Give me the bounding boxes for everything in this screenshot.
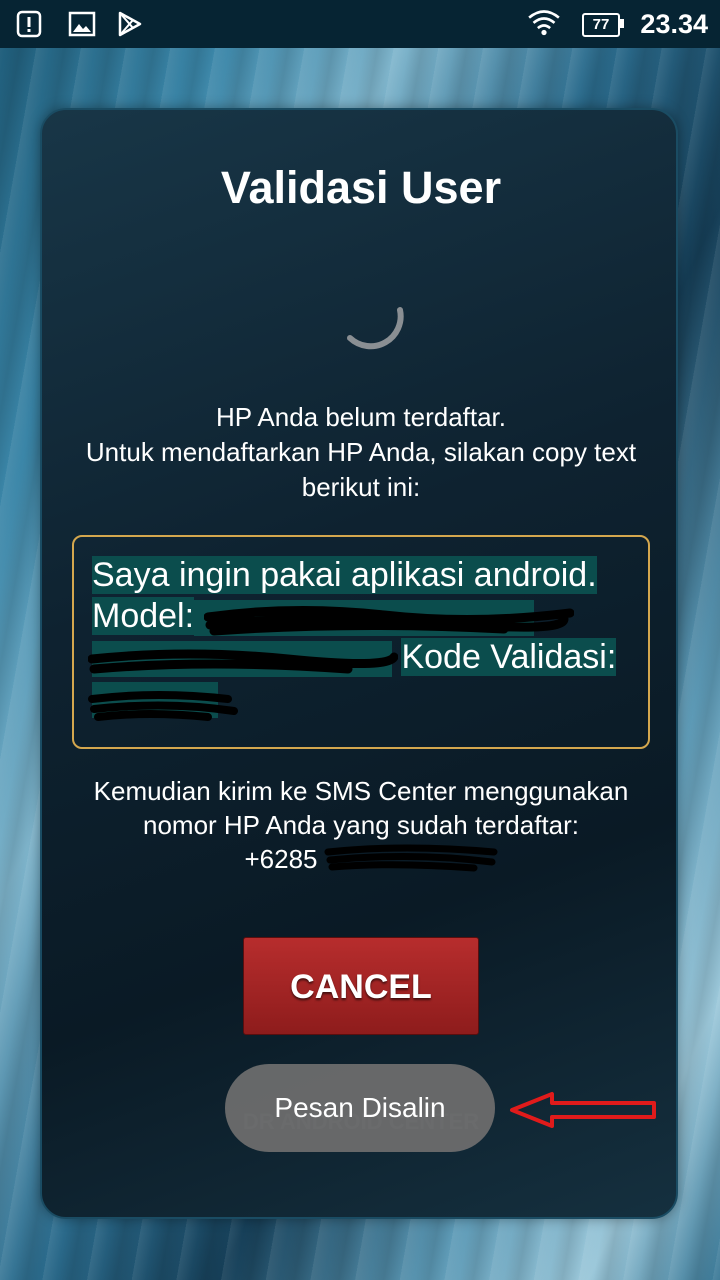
- annotation-arrow-icon: [510, 1092, 656, 1128]
- sms-instruction-text: Kemudian kirim ke SMS Center menggunakan…: [93, 776, 629, 840]
- toast-message: Pesan Disalin: [225, 1064, 495, 1152]
- redaction-scribble-3: [88, 691, 238, 721]
- message-line-1: HP Anda belum terdaftar.: [215, 402, 507, 432]
- battery-icon: 77: [582, 13, 620, 37]
- message-line-2: Untuk mendaftarkan HP Anda, silakan copy…: [85, 437, 637, 502]
- cancel-button[interactable]: CANCEL: [243, 937, 479, 1035]
- redaction-scribble-2: [88, 649, 398, 674]
- image-icon: [68, 11, 96, 37]
- status-time: 23.34: [640, 9, 708, 39]
- unregistered-message: HP Anda belum terdaftar. Untuk mendaftar…: [62, 400, 660, 505]
- play-store-icon: [118, 11, 142, 37]
- validation-dialog: Validasi User HP Anda belum terdaftar. U…: [40, 108, 678, 1219]
- battery-tip: [620, 19, 624, 28]
- sms-number-prefix: +6285: [244, 844, 318, 874]
- loading-spinner-icon: [347, 307, 404, 350]
- redaction-scribble-number: [324, 844, 498, 872]
- wifi-icon: [528, 10, 560, 36]
- copy-text-tail: Kode Validasi:: [401, 638, 617, 676]
- notification-alert-icon: [16, 10, 42, 38]
- redaction-scribble: [204, 605, 574, 636]
- status-bar: 77 23.34: [0, 0, 720, 48]
- copy-text-box[interactable]: Saya ingin pakai aplikasi android. Model…: [72, 535, 650, 749]
- dialog-title: Validasi User: [220, 162, 502, 213]
